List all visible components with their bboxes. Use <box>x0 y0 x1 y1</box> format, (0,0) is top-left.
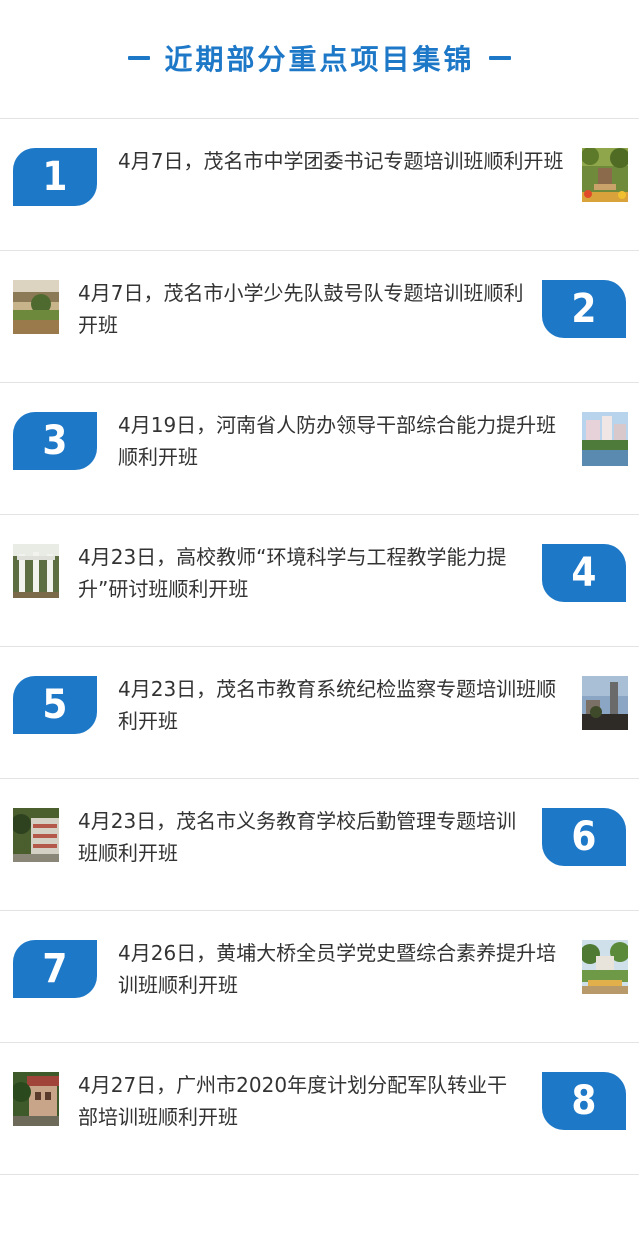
badge-number: 4 <box>571 550 597 596</box>
title-dash-left <box>128 56 151 60</box>
thumbnail-image[interactable] <box>582 940 628 994</box>
number-badge: 8 <box>542 1072 626 1130</box>
thumbnail-image[interactable] <box>13 544 59 598</box>
list-item[interactable]: 1 4月7日，茂名市中学团委书记专题培训班顺利开班 <box>0 119 639 251</box>
thumbnail-image[interactable] <box>582 412 628 466</box>
item-title[interactable]: 4月7日，茂名市小学少先队鼓号队专题培训班顺利开班 <box>78 277 526 341</box>
item-title[interactable]: 4月19日，河南省人防办领导干部综合能力提升班顺利开班 <box>118 409 564 473</box>
number-badge: 3 <box>13 412 97 470</box>
number-badge: 1 <box>13 148 97 206</box>
badge-number: 8 <box>571 1078 597 1124</box>
number-badge: 4 <box>542 544 626 602</box>
header: 近期部分重点项目集锦 <box>0 0 639 119</box>
item-title[interactable]: 4月26日，黄埔大桥全员学党史暨综合素养提升培训班顺利开班 <box>118 937 564 1001</box>
list-item[interactable]: 4月23日，高校教师“环境科学与工程教学能力提升”研讨班顺利开班 4 <box>0 515 639 647</box>
item-title[interactable]: 4月23日，茂名市义务教育学校后勤管理专题培训班顺利开班 <box>78 805 526 869</box>
badge-number: 5 <box>42 682 68 728</box>
badge-number: 7 <box>42 946 68 992</box>
number-badge: 5 <box>13 676 97 734</box>
thumbnail-image[interactable] <box>13 1072 59 1126</box>
list-item[interactable]: 5 4月23日，茂名市教育系统纪检监察专题培训班顺利开班 <box>0 647 639 779</box>
page-title: 近期部分重点项目集锦 <box>164 43 475 76</box>
badge-number: 1 <box>42 154 68 200</box>
badge-number: 3 <box>42 418 68 464</box>
list-item[interactable]: 7 4月26日，黄埔大桥全员学党史暨综合素养提升培训班顺利开班 <box>0 911 639 1043</box>
list-item[interactable]: 4月23日，茂名市义务教育学校后勤管理专题培训班顺利开班 6 <box>0 779 639 911</box>
list-item[interactable]: 4月7日，茂名市小学少先队鼓号队专题培训班顺利开班 2 <box>0 251 639 383</box>
title-wrap: 近期部分重点项目集锦 <box>128 38 511 78</box>
project-list: 1 4月7日，茂名市中学团委书记专题培训班顺利开班 4月7日，茂名市小学少先队鼓… <box>0 119 639 1175</box>
number-badge: 7 <box>13 940 97 998</box>
item-title[interactable]: 4月27日，广州市2020年度计划分配军队转业干部培训班顺利开班 <box>78 1069 526 1133</box>
item-title[interactable]: 4月23日，高校教师“环境科学与工程教学能力提升”研讨班顺利开班 <box>78 541 526 605</box>
thumbnail-image[interactable] <box>582 676 628 730</box>
item-title[interactable]: 4月7日，茂名市中学团委书记专题培训班顺利开班 <box>118 145 564 177</box>
thumbnail-image[interactable] <box>13 808 59 862</box>
badge-number: 2 <box>571 286 597 332</box>
thumbnail-image[interactable] <box>13 280 59 334</box>
title-dash-right <box>488 56 511 60</box>
thumbnail-image[interactable] <box>582 148 628 202</box>
number-badge: 2 <box>542 280 626 338</box>
item-title[interactable]: 4月23日，茂名市教育系统纪检监察专题培训班顺利开班 <box>118 673 564 737</box>
list-item[interactable]: 3 4月19日，河南省人防办领导干部综合能力提升班顺利开班 <box>0 383 639 515</box>
badge-number: 6 <box>571 814 597 860</box>
number-badge: 6 <box>542 808 626 866</box>
list-item[interactable]: 4月27日，广州市2020年度计划分配军队转业干部培训班顺利开班 8 <box>0 1043 639 1175</box>
